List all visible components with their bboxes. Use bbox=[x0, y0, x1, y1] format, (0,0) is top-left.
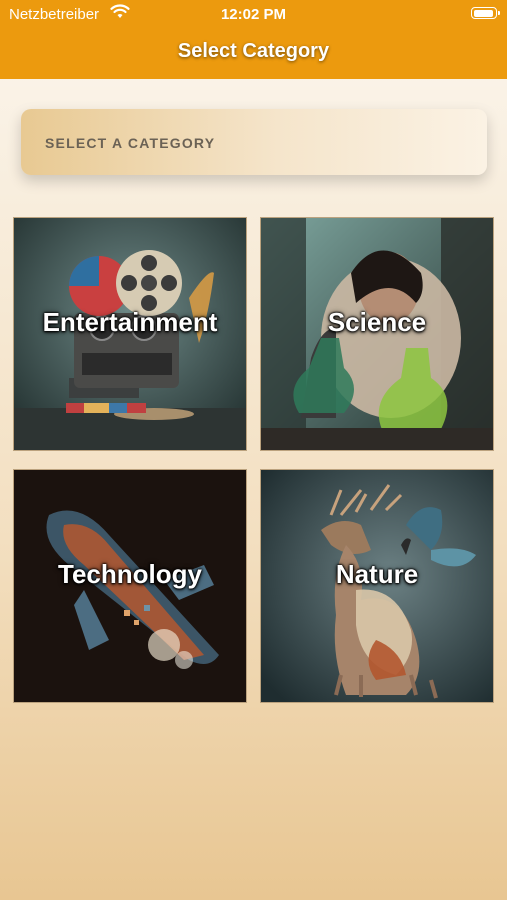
battery-icon bbox=[471, 7, 500, 19]
category-label-technology: Technology bbox=[58, 559, 202, 589]
app-header: Netzbetreiber 12:02 PM Select Category bbox=[0, 0, 507, 79]
category-label-nature: Nature bbox=[335, 559, 419, 589]
status-bar: Netzbetreiber 12:02 PM bbox=[0, 0, 507, 28]
page-title: Select Category bbox=[177, 40, 330, 62]
category-select[interactable]: SELECT A CATEGORY bbox=[21, 109, 487, 175]
category-label-entertainment: Entertainment bbox=[42, 307, 218, 337]
category-label-science: Science bbox=[327, 307, 427, 337]
category-tile-technology[interactable]: Technology bbox=[13, 469, 247, 703]
category-tile-nature[interactable]: Nature bbox=[260, 469, 494, 703]
category-select-placeholder: SELECT A CATEGORY bbox=[45, 135, 216, 151]
status-time: 12:02 PM bbox=[220, 6, 287, 23]
category-tile-science[interactable]: Science bbox=[260, 217, 494, 451]
category-tile-entertainment[interactable]: Entertainment bbox=[13, 217, 247, 451]
